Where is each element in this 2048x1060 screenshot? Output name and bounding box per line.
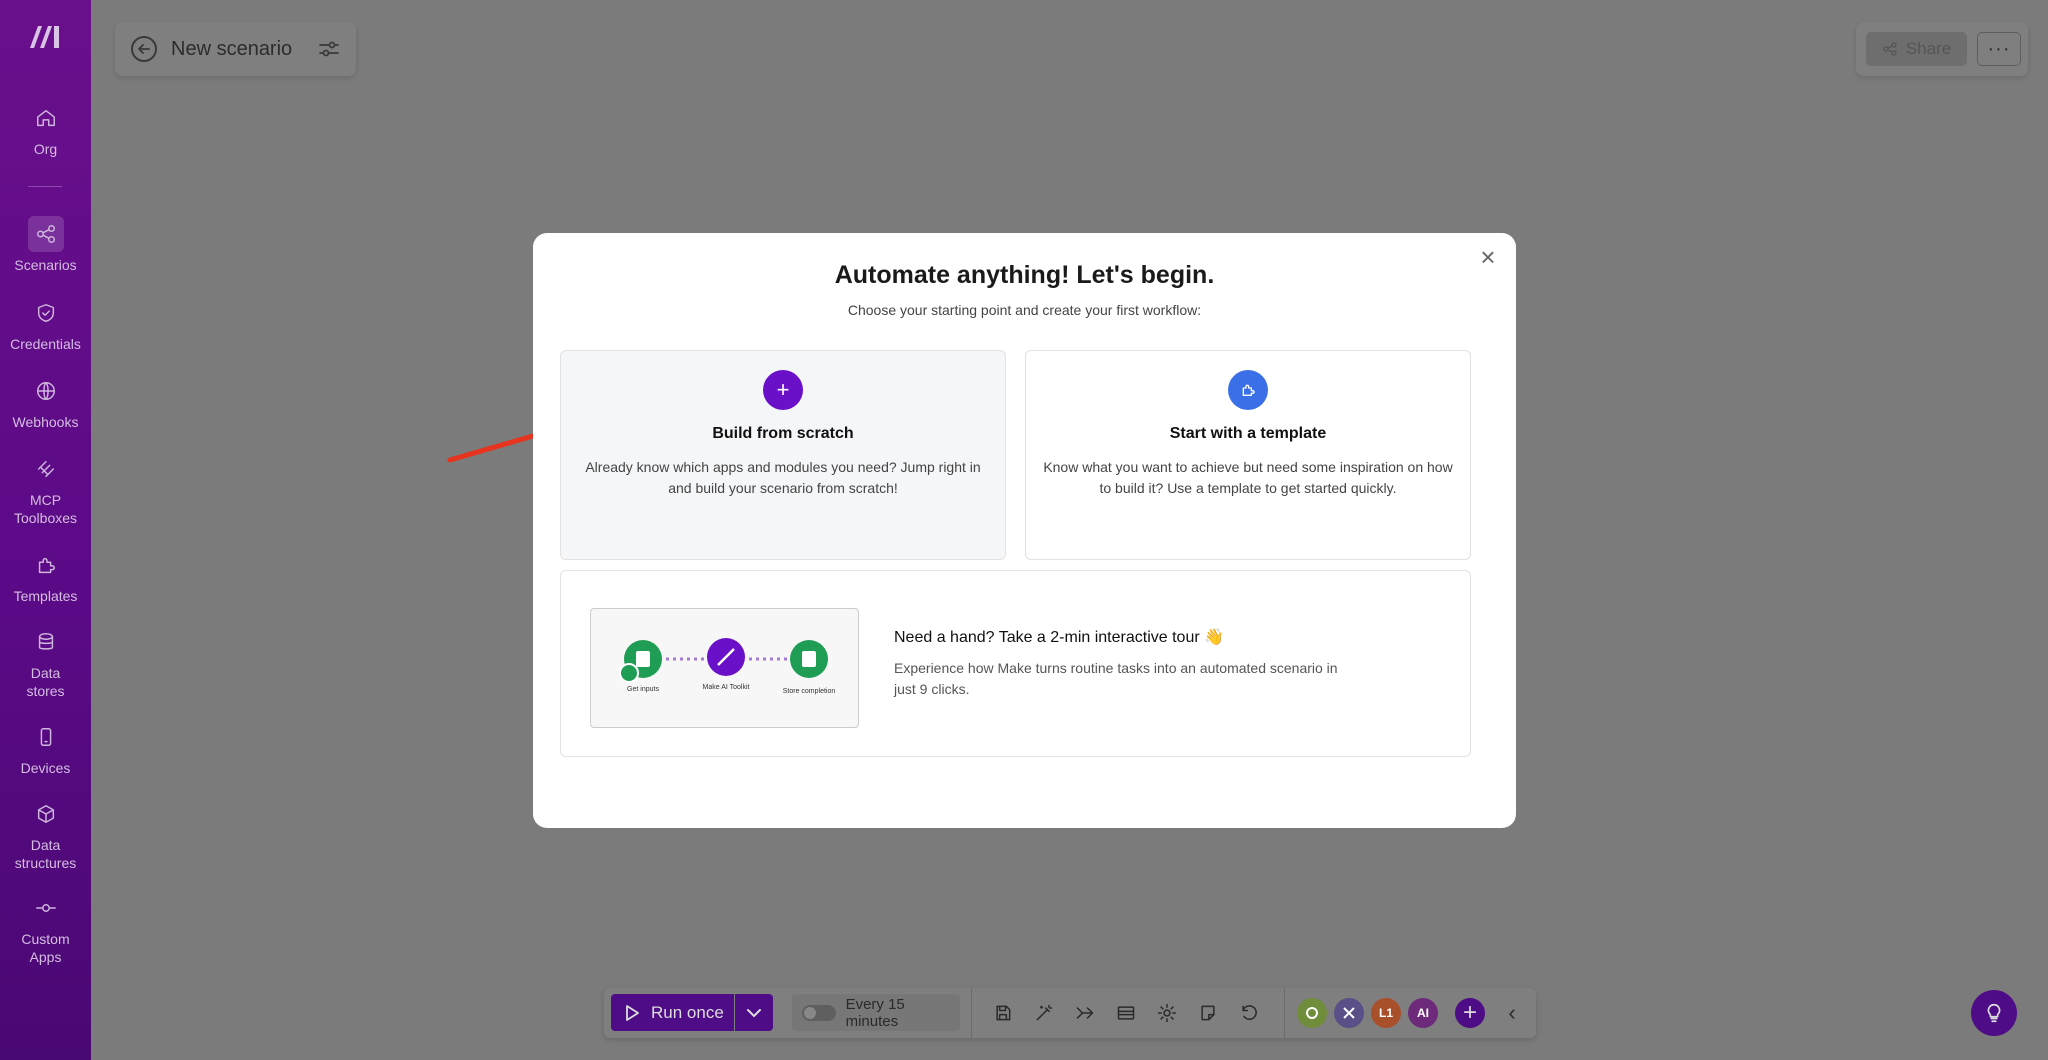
card-title: Start with a template — [1169, 425, 1327, 442]
sidebar-item-label: Credentials — [10, 336, 81, 352]
sidebar-item-custom-apps[interactable]: Custom Apps — [0, 890, 91, 966]
run-once-label: Run once — [651, 1002, 724, 1022]
app-badge[interactable]: AI — [1408, 998, 1438, 1028]
toolbar-divider — [1284, 988, 1285, 1038]
table-icon[interactable] — [1113, 1000, 1139, 1026]
run-options-button[interactable] — [735, 994, 773, 1031]
plus-icon: + — [763, 370, 803, 410]
toolbar-divider — [971, 988, 972, 1038]
mcp-icon — [28, 451, 64, 487]
app-badge[interactable] — [1334, 998, 1364, 1028]
magic-wand-icon[interactable] — [1031, 1000, 1057, 1026]
sidebar-item-webhooks[interactable]: Webhooks — [0, 373, 91, 431]
puzzle-icon — [1228, 370, 1268, 410]
sidebar: Org Scenarios Credentials Webhooks MCP T… — [0, 0, 91, 1060]
sliders-icon[interactable] — [318, 40, 340, 58]
sidebar-item-data-stores[interactable]: Data stores — [0, 624, 91, 700]
scenario-header: New scenario — [115, 22, 356, 76]
app-badge-label: L1 — [1378, 1006, 1393, 1020]
chevron-left-icon[interactable]: ‹ — [1500, 1001, 1524, 1025]
app-badge[interactable]: L1 — [1371, 998, 1401, 1028]
lightbulb-icon — [1987, 1003, 2001, 1023]
card-title: Build from scratch — [712, 425, 854, 442]
flow-control-icon[interactable] — [1072, 1000, 1098, 1026]
build-from-scratch-card[interactable]: + Build from scratch Already know which … — [560, 350, 1006, 560]
sidebar-item-label: Templates — [13, 588, 78, 604]
sidebar-item-credentials[interactable]: Credentials — [0, 295, 91, 353]
help-button[interactable] — [1971, 990, 2017, 1036]
app-badge[interactable] — [1297, 998, 1327, 1028]
sidebar-item-label: Custom Apps — [21, 931, 70, 965]
start-with-template-card[interactable]: Start with a template Know what you want… — [1025, 350, 1471, 560]
cube-icon — [28, 796, 64, 832]
puzzle-icon — [28, 547, 64, 583]
chevron-down-icon — [747, 1008, 761, 1017]
sidebar-item-templates[interactable]: Templates — [0, 547, 91, 605]
sidebar-item-label: MCP Toolboxes — [13, 492, 78, 526]
sidebar-item-label: Scenarios — [14, 257, 77, 273]
sidebar-item-scenarios[interactable]: Scenarios — [0, 216, 91, 274]
header-actions: Share ··· — [1856, 22, 2028, 76]
tools-icon — [1343, 1007, 1355, 1019]
home-icon — [28, 100, 64, 136]
thumb-label: Get inputs — [627, 686, 659, 693]
sidebar-item-label: Webhooks — [12, 414, 79, 430]
make-logo[interactable] — [28, 22, 64, 50]
save-icon[interactable] — [990, 1000, 1016, 1026]
sidebar-item-data-structures[interactable]: Data structures — [0, 796, 91, 872]
more-options-icon: ··· — [1987, 37, 2011, 60]
scenario-toolbar: Run once Every 15 minutes L1 AI + ‹ — [604, 988, 1536, 1038]
commit-icon — [28, 890, 64, 926]
thumb-label: Make AI Toolkit — [703, 684, 750, 691]
sidebar-item-org[interactable]: Org — [0, 100, 91, 158]
undo-icon[interactable] — [1236, 1000, 1262, 1026]
sidebar-item-label: Devices — [20, 760, 71, 776]
thumb-label: Store completion — [783, 688, 836, 695]
interactive-tour-card[interactable]: Get inputs Make AI Toolkit Store complet… — [560, 570, 1471, 757]
back-arrow-icon[interactable] — [131, 36, 157, 62]
share-label: Share — [1905, 39, 1952, 58]
shield-icon — [28, 295, 64, 331]
tour-description: Experience how Make turns routine tasks … — [894, 660, 1338, 697]
share-icon — [1883, 42, 1897, 56]
card-description: Already know which apps and modules you … — [585, 459, 981, 496]
notes-icon[interactable] — [1195, 1000, 1221, 1026]
mobile-icon — [28, 719, 64, 755]
tour-thumbnail: Get inputs Make AI Toolkit Store complet… — [590, 608, 859, 728]
modal-subtitle: Choose your starting point and create yo… — [847, 302, 1202, 318]
modal-title: Automate anything! Let's begin. — [834, 261, 1215, 289]
share-button[interactable]: Share — [1866, 32, 1967, 66]
run-once-button[interactable]: Run once — [611, 994, 734, 1031]
schedule-toggle[interactable]: Every 15 minutes — [792, 994, 960, 1031]
tour-title: Need a hand? Take a 2-min interactive to… — [894, 629, 1225, 646]
card-description: Know what you want to achieve but need s… — [1043, 459, 1453, 496]
schedule-label: Every 15 minutes — [845, 995, 905, 1030]
gear-icon[interactable] — [1154, 1000, 1180, 1026]
schedule-switch[interactable] — [802, 1004, 836, 1021]
more-options-button[interactable]: ··· — [1977, 32, 2021, 66]
share-nodes-icon — [27, 216, 64, 252]
sidebar-item-label: Org — [33, 141, 58, 157]
onboarding-modal: × Automate anything! Let's begin. Choose… — [533, 233, 1516, 828]
sidebar-item-label: Data stores — [26, 665, 65, 699]
add-app-button[interactable]: + — [1455, 998, 1485, 1028]
scenario-title[interactable]: New scenario — [171, 38, 292, 61]
sidebar-divider — [28, 186, 62, 187]
sidebar-item-label: Data structures — [14, 837, 77, 871]
database-icon — [28, 624, 64, 660]
globe-icon — [28, 373, 64, 409]
app-icon — [1306, 1007, 1318, 1019]
app-badge-label: AI — [1417, 1006, 1429, 1020]
sidebar-item-mcp-toolboxes[interactable]: MCP Toolboxes — [0, 451, 91, 527]
play-icon — [626, 1004, 639, 1021]
sidebar-item-devices[interactable]: Devices — [0, 719, 91, 777]
